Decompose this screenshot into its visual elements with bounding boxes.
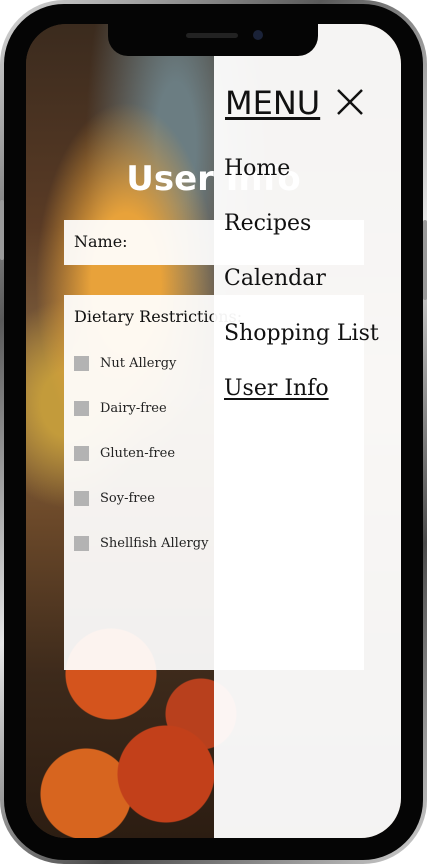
restriction-option[interactable]: Dairy-free	[74, 400, 167, 416]
menu-item-home[interactable]: Home	[224, 156, 290, 181]
restriction-label: Dairy-free	[100, 400, 167, 416]
name-label: Name:	[74, 232, 128, 251]
checkbox[interactable]	[74, 445, 89, 461]
menu-title: MENU	[225, 84, 321, 122]
notch	[108, 24, 318, 56]
restriction-label: Gluten-free	[100, 445, 176, 461]
menu-item-calendar[interactable]: Calendar	[224, 266, 326, 291]
restriction-label: Soy-free	[100, 490, 155, 506]
power-button	[423, 220, 427, 300]
speaker-grille	[186, 33, 238, 38]
menu-item-recipes[interactable]: Recipes	[224, 211, 311, 236]
checkbox[interactable]	[74, 400, 89, 416]
restriction-option[interactable]: Shellfish Allergy	[74, 535, 208, 551]
restriction-label: Nut Allergy	[100, 355, 177, 371]
checkbox[interactable]	[74, 355, 89, 371]
side-menu: MENU Home Recipes Calendar Shopping List…	[214, 24, 401, 838]
screen: User Info Name: Dietary Restrictions: Nu…	[26, 24, 401, 838]
menu-item-user-info[interactable]: User Info	[224, 376, 329, 401]
front-camera	[253, 30, 263, 40]
close-icon[interactable]	[336, 88, 364, 116]
checkbox[interactable]	[74, 490, 89, 506]
restriction-option[interactable]: Soy-free	[74, 490, 155, 506]
menu-item-shopping-list[interactable]: Shopping List	[224, 321, 379, 346]
restriction-option[interactable]: Nut Allergy	[74, 355, 176, 371]
checkbox[interactable]	[74, 535, 89, 551]
restriction-label: Shellfish Allergy	[100, 535, 209, 551]
restriction-option[interactable]: Gluten-free	[74, 445, 175, 461]
